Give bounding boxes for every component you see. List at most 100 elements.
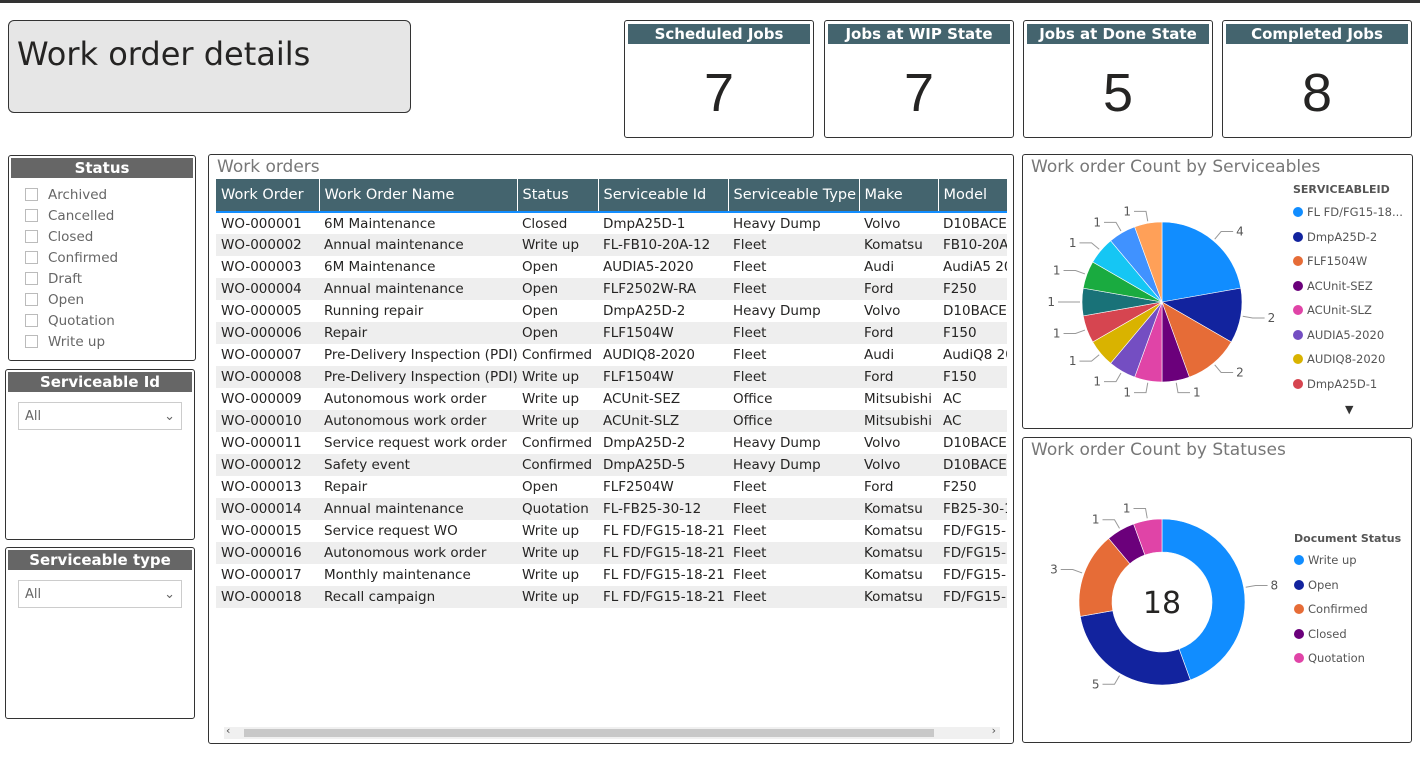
legend-label: FLF1504W (1307, 254, 1368, 269)
status-option[interactable]: Closed (9, 226, 195, 247)
checkbox[interactable] (25, 188, 38, 201)
legend-title: SERVICEABLEID (1293, 183, 1390, 196)
data-label: 1 (1093, 375, 1101, 389)
table-row[interactable]: WO-000001 6M Maintenance Closed DmpA25D-1 He… (216, 212, 1007, 234)
center-total: 18 (1143, 586, 1181, 621)
legend-item[interactable]: ACUnit-SLZ (1293, 298, 1403, 323)
table-row[interactable]: WO-000014 Annual maintenance Quotation FL-F… (216, 498, 1007, 520)
status-option[interactable]: Draft (9, 268, 195, 289)
table-row[interactable]: WO-000004 Annual maintenance Open FLF2502W-… (216, 278, 1007, 300)
table-cell: Komatsu (859, 498, 938, 520)
table-row[interactable]: WO-000008 Pre-Delivery Inspection (PDI) Wr… (216, 366, 1007, 388)
table-cell: WO-000017 (221, 567, 302, 583)
leader-line (1214, 231, 1234, 240)
table-cell: Fleet (728, 542, 859, 564)
table-cell: Komatsu (864, 567, 923, 583)
legend-item[interactable]: DmpA25D-1 (1293, 372, 1403, 397)
legend-item[interactable]: Confirmed (1294, 597, 1368, 622)
table-cell: Heavy Dump (733, 435, 821, 451)
table-row[interactable]: WO-000006 Repair Open FLF1504W Fleet Ford F150 (216, 322, 1007, 344)
leader-line (1134, 382, 1149, 394)
table-cell: Annual maintenance (319, 278, 517, 300)
serviceable-id-dropdown[interactable]: All ⌄ (18, 402, 182, 430)
table-cell: Annual maintenance (319, 498, 517, 520)
table-cell: 6M Maintenance (324, 215, 436, 232)
legend-item[interactable]: ACUnit-SEZ (1293, 274, 1403, 299)
checkbox[interactable] (25, 314, 38, 327)
table-row[interactable]: WO-000003 6M Maintenance Open AUDIA5-2020 Fl… (216, 256, 1007, 278)
table-cell: AUDIA5-2020 (603, 259, 694, 275)
data-label: 1 (1193, 386, 1201, 400)
table-row[interactable]: WO-000018 Recall campaign Write up FL FD/FG… (216, 586, 1007, 608)
table-title: Work orders (217, 157, 320, 177)
legend-item[interactable]: Open (1294, 573, 1368, 598)
status-option[interactable]: Quotation (9, 310, 195, 331)
table-cell: Audi (864, 347, 895, 363)
table-cell: Write up (517, 542, 598, 564)
legend-item[interactable]: DmpA25D-2 (1293, 225, 1403, 250)
legend-item[interactable]: Write up (1294, 548, 1368, 573)
status-option[interactable]: Write up (9, 331, 195, 352)
scroll-right-icon[interactable]: › (992, 724, 996, 737)
status-option[interactable]: Cancelled (9, 205, 195, 226)
table-row[interactable]: WO-000002 Annual maintenance Write up FL-FB… (216, 234, 1007, 256)
legend-item[interactable]: AUDIQ8-2020 (1293, 347, 1403, 372)
legend-label: Open (1308, 577, 1339, 592)
checkbox[interactable] (25, 251, 38, 264)
table-row[interactable]: WO-000011 Service request work order Confi… (216, 432, 1007, 454)
checkbox[interactable] (25, 335, 38, 348)
serviceable-id-slicer: Serviceable Id All ⌄ (5, 369, 195, 540)
table-row[interactable]: WO-000016 Autonomous work order Write up FL… (216, 542, 1007, 564)
legend-dot (1293, 354, 1303, 365)
column-header[interactable]: Serviceable Type (728, 179, 860, 212)
legend-item[interactable]: FLF1504W (1293, 249, 1403, 274)
table-cell: Pre-Delivery Inspection (PDI) (324, 347, 517, 363)
table-row[interactable]: WO-000015 Service request WO Write up FL FD… (216, 520, 1007, 542)
serviceable-type-dropdown[interactable]: All ⌄ (18, 580, 182, 608)
table-row[interactable]: WO-000009 Autonomous work order Write up AC… (216, 388, 1007, 410)
slice[interactable] (1079, 610, 1191, 686)
legend-item[interactable]: Closed (1294, 622, 1368, 647)
table-row[interactable]: WO-000017 Monthly maintenance Write up FL F… (216, 564, 1007, 586)
column-header[interactable]: Work Order Name (319, 179, 518, 212)
column-header[interactable]: Work Order (216, 179, 320, 212)
table-cell: Fleet (733, 567, 767, 583)
column-header[interactable]: Make (859, 179, 939, 212)
status-option[interactable]: Open (9, 289, 195, 310)
horizontal-scrollbar[interactable]: ‹ › (224, 724, 1000, 739)
leader-line (1102, 519, 1120, 529)
table-cell: WO-000014 (216, 498, 319, 520)
option-label: Draft (48, 270, 83, 287)
data-label: 5 (1092, 677, 1100, 691)
column-header[interactable]: Model (938, 179, 1007, 212)
table-cell: F150 (938, 366, 1007, 388)
table-row[interactable]: WO-000012 Safety event Confirmed DmpA25D-5 H… (216, 454, 1007, 476)
table-cell: Office (728, 410, 859, 432)
checkbox[interactable] (25, 293, 38, 306)
scroll-left-icon[interactable]: ‹ (226, 724, 230, 737)
status-option[interactable]: Confirmed (9, 247, 195, 268)
table-row[interactable]: WO-000007 Pre-Delivery Inspection (PDI) Co… (216, 344, 1007, 366)
table-row[interactable]: WO-000010 Autonomous work order Write up AC… (216, 410, 1007, 432)
table-cell: WO-000003 (221, 259, 302, 275)
column-header[interactable]: Status (517, 179, 599, 212)
status-option[interactable]: Archived (9, 184, 195, 205)
table-row[interactable]: WO-000005 Running repair Open DmpA25D-2 Heav… (216, 300, 1007, 322)
scrollbar-thumb[interactable] (244, 729, 934, 737)
table-cell: Repair (319, 322, 517, 344)
table-cell: Annual maintenance (319, 234, 517, 256)
legend-scroll-down-icon[interactable]: ▼ (1345, 403, 1353, 416)
table-cell: D10BACE2 (938, 454, 1007, 476)
table-cell: Heavy Dump (728, 454, 859, 476)
column-header[interactable]: Serviceable Id (598, 179, 729, 212)
leader-line (1175, 382, 1190, 394)
legend-item[interactable]: AUDIA5-2020 (1293, 323, 1403, 348)
checkbox[interactable] (25, 230, 38, 243)
table-cell: Office (733, 391, 773, 407)
table-row[interactable]: WO-000013 Repair Open FLF2504W Fleet Ford F250 (216, 476, 1007, 498)
checkbox[interactable] (25, 272, 38, 285)
legend-item[interactable]: FL FD/FG15-18... (1293, 200, 1403, 225)
checkbox[interactable] (25, 209, 38, 222)
legend-item[interactable]: Quotation (1294, 646, 1368, 671)
table-cell: AC (943, 391, 962, 407)
